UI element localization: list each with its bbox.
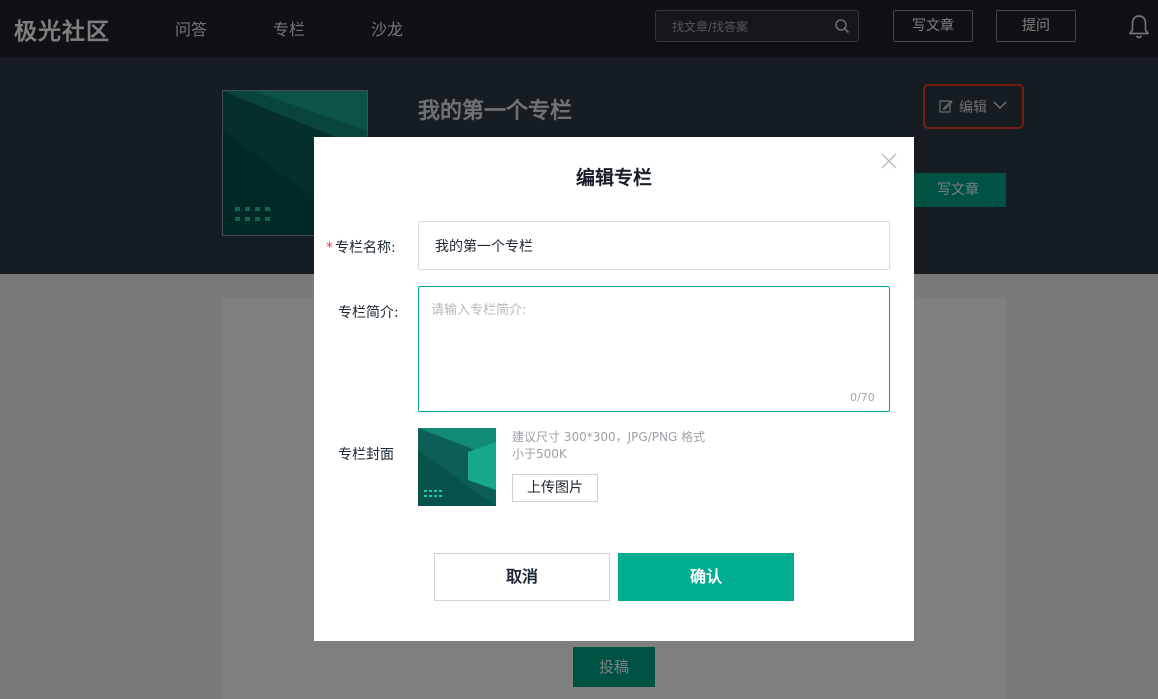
- name-label-text: 专栏名称:: [335, 240, 396, 256]
- name-label: * 专栏名称:: [326, 237, 396, 257]
- column-name-input[interactable]: [418, 221, 890, 270]
- cover-size-hint: 建议尺寸 300*300，JPG/PNG 格式 小于500K: [512, 430, 706, 461]
- close-icon[interactable]: [881, 153, 897, 169]
- required-mark: *: [326, 240, 333, 256]
- desc-label: 专栏简介:: [338, 305, 399, 321]
- cover-preview-image: [418, 428, 496, 506]
- edit-column-dialog: 编辑专栏 *专栏名称: 专栏简介: 0/70 专栏封面 建议尺寸 300*300…: [314, 137, 914, 641]
- column-description-textarea[interactable]: [418, 286, 890, 412]
- char-counter: 0/70: [850, 391, 875, 404]
- upload-image-button[interactable]: 上传图片: [512, 474, 598, 502]
- cover-label: 专栏封面: [338, 447, 394, 463]
- confirm-button[interactable]: 确认: [618, 553, 794, 601]
- cancel-button[interactable]: 取消: [434, 553, 610, 601]
- dialog-title: 编辑专栏: [575, 167, 652, 189]
